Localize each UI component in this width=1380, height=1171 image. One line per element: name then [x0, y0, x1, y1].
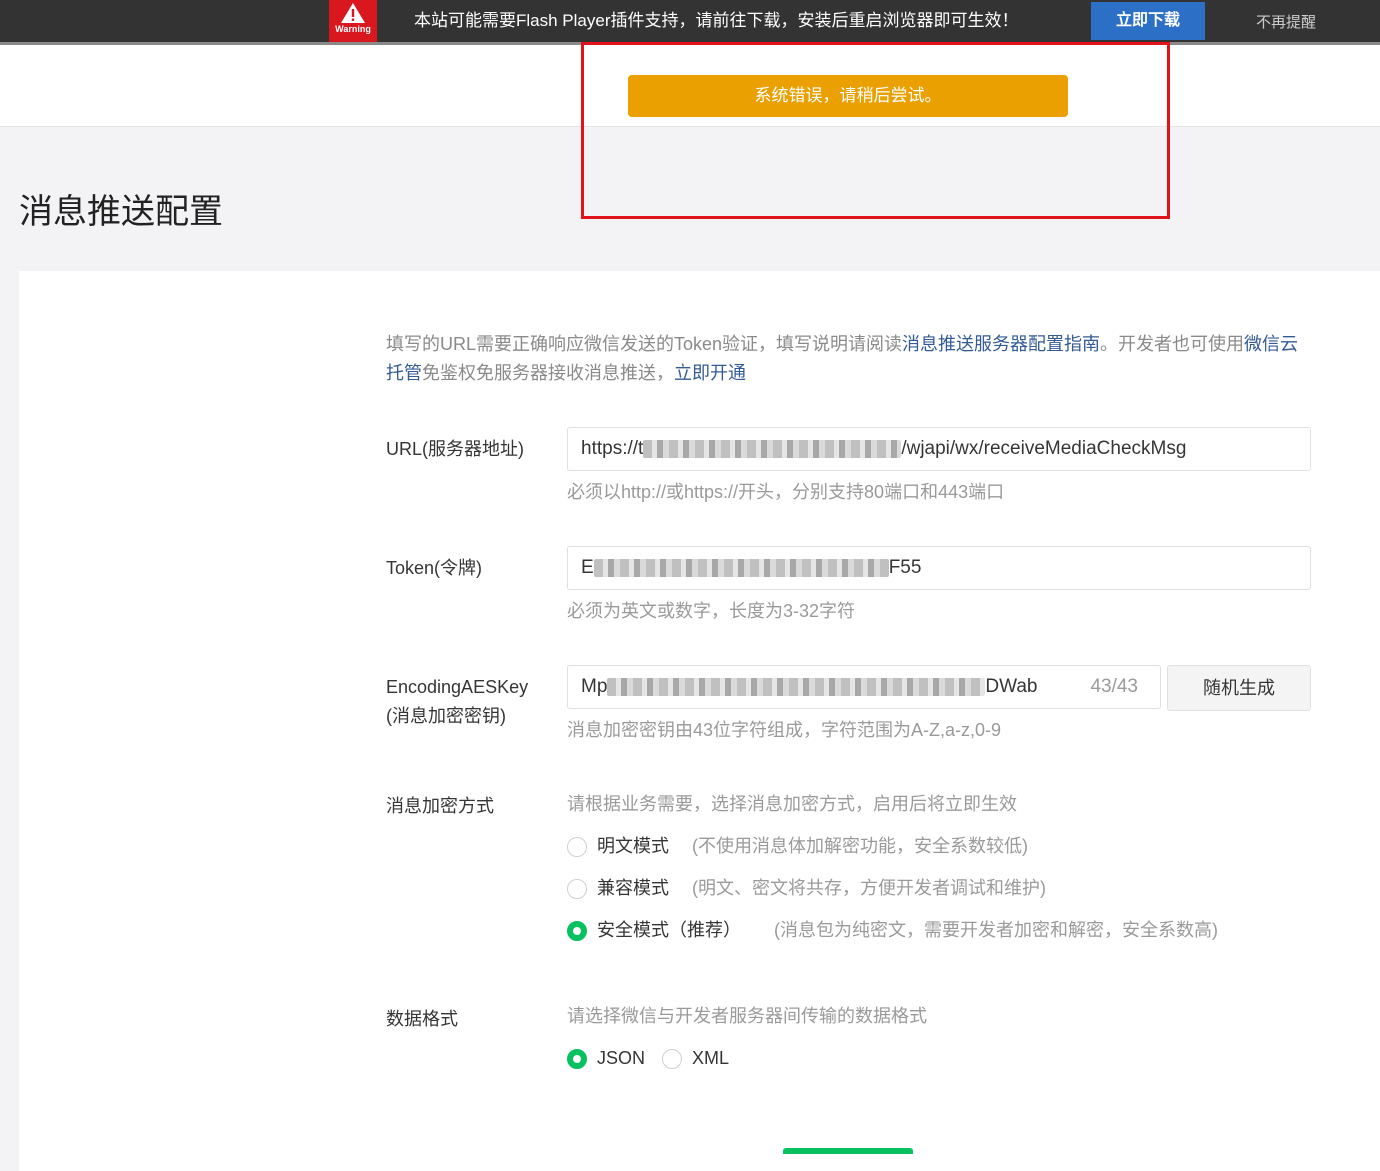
token-label: Token(令牌) — [386, 558, 483, 578]
radio-circle[interactable] — [567, 878, 587, 899]
page-title: 消息推送配置 — [19, 193, 223, 231]
url-hint: 必须以http://或https://开头，分别支持80端口和443端口 — [567, 482, 1005, 502]
token-input[interactable]: E F55 — [567, 546, 1311, 590]
intro-text-3: 免鉴权免服务器接收消息推送， — [422, 363, 674, 383]
aes-label: EncodingAESKey (消息加密密钥) — [386, 673, 528, 731]
token-hint: 必须为英文或数字，长度为3-32字符 — [567, 601, 856, 621]
aes-char-counter: 43/43 — [1090, 676, 1138, 697]
intro-text-2: 。开发者也可使用 — [1100, 334, 1245, 354]
redacted-blur — [593, 558, 889, 577]
encryption-label: 消息加密方式 — [386, 796, 494, 816]
radio-label: 兼容模式 — [597, 878, 669, 898]
submit-button-partial[interactable] — [783, 1148, 913, 1154]
radio-label: JSON — [597, 1048, 646, 1068]
aes-hint: 消息加密密钥由43位字符组成，字符范围为A-Z,a-z,0-9 — [567, 720, 1002, 740]
aes-label-line2: (消息加密密钥) — [386, 706, 506, 726]
warning-badge: Warning — [329, 0, 377, 42]
token-value-prefix: E — [581, 557, 594, 578]
open-now-link[interactable]: 立即开通 — [674, 363, 746, 383]
radio-xml[interactable]: XML — [662, 1044, 729, 1073]
radio-label: 安全模式（推荐） — [597, 920, 741, 940]
redacted-blur — [607, 677, 986, 696]
aes-key-input[interactable]: Mp DWab 43/43 — [567, 665, 1161, 709]
radio-json[interactable]: JSON — [567, 1044, 645, 1073]
warning-badge-text: Warning — [335, 24, 371, 34]
url-value-prefix: https://t — [581, 438, 644, 459]
flash-dismiss-link[interactable]: 不再提醒 — [1256, 11, 1316, 32]
radio-plaintext-mode[interactable]: 明文模式 (不使用消息体加解密功能，安全系数较低) — [567, 832, 1028, 861]
aes-value-prefix: Mp — [581, 676, 608, 697]
radio-label: 明文模式 — [597, 836, 669, 856]
guide-link[interactable]: 消息推送服务器配置指南 — [902, 334, 1100, 354]
aes-value-suffix: DWab — [985, 676, 1038, 697]
url-input[interactable]: https://t/wjapi/wx/receiveMediaCheckMsg — [567, 427, 1311, 471]
radio-desc: (不使用消息体加解密功能，安全系数较低) — [692, 836, 1028, 856]
url-value-suffix: /wjapi/wx/receiveMediaCheckMsg — [901, 438, 1187, 459]
intro-text: 填写的URL需要正确响应微信发送的Token验证，填写说明请阅读消息推送服务器配… — [386, 330, 1311, 388]
encryption-hint: 请根据业务需要，选择消息加密方式，启用后将立即生效 — [567, 794, 1017, 814]
data-format-hint: 请选择微信与开发者服务器间传输的数据格式 — [567, 1006, 927, 1026]
data-format-label: 数据格式 — [386, 1009, 458, 1029]
radio-desc: (消息包为纯密文，需要开发者加密和解密，安全系数高) — [774, 920, 1218, 940]
redacted-blur — [643, 439, 902, 458]
flash-warning-bar: Warning 本站可能需要Flash Player插件支持，请前往下载，安装后… — [0, 0, 1380, 45]
random-generate-button[interactable]: 随机生成 — [1167, 665, 1311, 711]
radio-circle-checked[interactable] — [567, 920, 587, 941]
url-label: URL(服务器地址) — [386, 439, 524, 459]
flash-download-button[interactable]: 立即下载 — [1091, 2, 1205, 40]
radio-secure-mode[interactable]: 安全模式（推荐） (消息包为纯密文，需要开发者加密和解密，安全系数高) — [567, 916, 1218, 945]
radio-compatible-mode[interactable]: 兼容模式 (明文、密文将共存，方便开发者调试和维护) — [567, 874, 1046, 903]
radio-circle[interactable] — [662, 1048, 682, 1069]
intro-text-1: 填写的URL需要正确响应微信发送的Token验证，填写说明请阅读 — [386, 334, 903, 354]
annotation-highlight-box — [581, 42, 1170, 219]
radio-desc: (明文、密文将共存，方便开发者调试和维护) — [692, 878, 1046, 898]
radio-circle-checked[interactable] — [567, 1048, 587, 1069]
warning-icon — [341, 3, 365, 23]
radio-label: XML — [692, 1048, 730, 1068]
flash-message: 本站可能需要Flash Player插件支持，请前往下载，安装后重启浏览器即可生… — [414, 11, 1019, 30]
token-value-suffix: F55 — [888, 557, 922, 578]
radio-circle[interactable] — [567, 836, 587, 857]
aes-label-line1: EncodingAESKey — [386, 677, 529, 697]
